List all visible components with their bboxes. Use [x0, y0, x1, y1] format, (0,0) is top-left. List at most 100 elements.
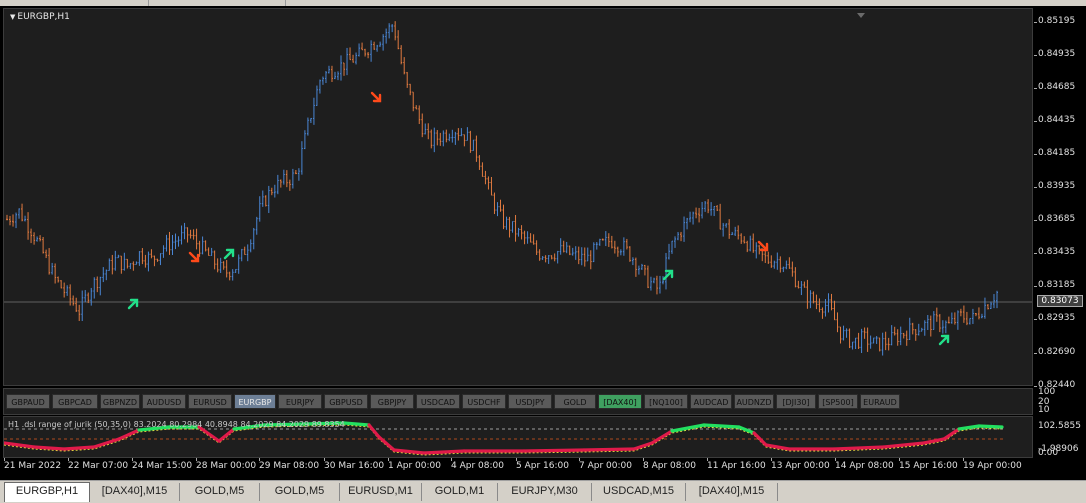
price-bar: [737, 225, 740, 240]
price-bar: [54, 263, 57, 284]
symbol-button-gbpcad[interactable]: GBPCAD: [52, 394, 98, 409]
price-bar: [947, 316, 950, 324]
price-bar: [529, 233, 532, 243]
price-bar: [974, 312, 977, 317]
price-bar: [466, 127, 469, 141]
chart-tab[interactable]: USDCAD,M15: [592, 483, 686, 501]
price-bar: [755, 242, 758, 259]
chart-tab[interactable]: [DAX40],M15: [90, 483, 180, 501]
symbol-button-audusd[interactable]: AUDUSD: [142, 394, 186, 409]
price-bar: [511, 220, 514, 233]
price-bar: [923, 320, 926, 336]
price-bar: [956, 310, 959, 330]
price-bar: [75, 297, 78, 312]
price-axis-tick: [1034, 154, 1037, 156]
price-bar: [872, 337, 875, 344]
price-chart-canvas[interactable]: [4, 9, 1033, 386]
chart-shift-marker-icon[interactable]: [857, 13, 865, 18]
price-bar: [601, 238, 604, 241]
chart-tab[interactable]: GOLD,M5: [260, 483, 340, 501]
symbol-button-sp500[interactable]: [SP500]: [818, 394, 858, 409]
price-bar: [505, 216, 508, 230]
price-bar: [87, 292, 90, 304]
price-bar: [27, 212, 30, 240]
price-bar: [159, 253, 162, 266]
symbol-button-gbpnzd[interactable]: GBPNZD: [100, 394, 140, 409]
price-chart-panel[interactable]: ▼ EURGBP,H1: [3, 8, 1033, 386]
symbol-button-usdjpy[interactable]: USDJPY: [508, 394, 552, 409]
indicator-line-segment: [377, 435, 396, 452]
price-bar: [791, 261, 794, 277]
price-bar: [99, 276, 102, 296]
chart-tab[interactable]: [DAX40],M15: [686, 483, 778, 501]
symbol-button-dax40[interactable]: [DAX40]: [598, 394, 642, 409]
price-bar: [273, 184, 276, 198]
symbol-button-audcad[interactable]: AUDCAD: [690, 394, 732, 409]
price-bar: [415, 105, 418, 110]
symbol-button-euraud[interactable]: EURAUD: [860, 394, 900, 409]
price-bar: [938, 313, 941, 333]
symbol-button-eurgbp[interactable]: EURGBP: [234, 394, 276, 409]
price-bar: [968, 317, 971, 325]
symbol-bar-axis: 100 20 10: [1034, 387, 1086, 415]
price-bar: [355, 52, 358, 65]
chart-tab[interactable]: GOLD,M5: [180, 483, 260, 501]
price-bar: [150, 249, 153, 259]
indicator-axis-label: 0.00: [1038, 448, 1059, 458]
symbol-button-dji30[interactable]: [DJI30]: [776, 394, 816, 409]
symbol-button-gbpaud[interactable]: GBPAUD: [6, 394, 50, 409]
price-bar: [430, 129, 433, 149]
symbol-button-nq100[interactable]: [NQ100]: [644, 394, 688, 409]
price-bar: [144, 254, 147, 268]
symbol-button-gbpusd[interactable]: GBPUSD: [324, 394, 368, 409]
price-bar: [400, 45, 403, 65]
symbol-button-usdcad[interactable]: USDCAD: [416, 394, 460, 409]
price-bar: [568, 245, 571, 256]
price-axis-label: 0.82690: [1038, 346, 1076, 357]
time-axis-label: 15 Apr 16:00: [899, 461, 958, 471]
price-bar: [782, 266, 785, 273]
time-axis-label: 19 Apr 00:00: [963, 461, 1022, 471]
symbol-button-gbpjpy[interactable]: GBPJPY: [370, 394, 414, 409]
indicator-line-segment: [650, 429, 674, 445]
chart-tab[interactable]: EURGBP,H1: [4, 482, 90, 502]
price-bar: [126, 258, 129, 269]
price-bar: [312, 97, 315, 125]
chart-tab[interactable]: GOLD,M1: [422, 483, 498, 501]
price-bar: [484, 170, 487, 185]
price-bar: [893, 326, 896, 336]
price-bar: [532, 234, 535, 245]
chart-tab[interactable]: EURUSD,M1: [340, 483, 422, 501]
symbol-button-gold[interactable]: GOLD: [554, 394, 596, 409]
price-bar: [725, 223, 728, 228]
symbol-button-audnzd[interactable]: AUDNZD: [734, 394, 774, 409]
chart-tab[interactable]: EURJPY,M30: [498, 483, 592, 501]
price-bar: [604, 231, 607, 247]
symbol-button-eurjpy[interactable]: EURJPY: [278, 394, 322, 409]
indicator-panel[interactable]: H1 .dsl range of jurik (50,35,0) 83.2024…: [3, 416, 1033, 458]
price-bar: [460, 128, 463, 137]
price-bar: [45, 249, 48, 259]
time-axis-label: 7 Apr 00:00: [579, 461, 632, 471]
price-bar: [655, 275, 658, 295]
price-bar: [719, 203, 722, 230]
price-bar: [237, 254, 240, 274]
price-bar: [899, 326, 902, 346]
price-bar: [306, 117, 309, 136]
dropdown-triangle-icon[interactable]: ▼: [10, 13, 15, 21]
price-axis-tick: [1034, 121, 1037, 123]
symbol-button-usdchf[interactable]: USDCHF: [462, 394, 506, 409]
price-bar: [63, 282, 66, 298]
current-price-label: 0.83073: [1037, 295, 1083, 307]
price-bar: [186, 227, 189, 243]
buy-arrow-icon: [223, 248, 235, 260]
price-axis[interactable]: 0.85195 0.84935 0.84685 0.84435 0.84185 0.839…: [1034, 8, 1086, 390]
symbol-button-eurusd[interactable]: EURUSD: [188, 394, 232, 409]
price-bar: [797, 280, 800, 289]
price-bar: [457, 128, 460, 141]
time-axis-label: 4 Apr 08:00: [451, 461, 504, 471]
price-bar: [42, 236, 45, 254]
price-bar: [848, 328, 851, 349]
price-bar: [616, 246, 619, 257]
price-bar: [926, 314, 929, 330]
